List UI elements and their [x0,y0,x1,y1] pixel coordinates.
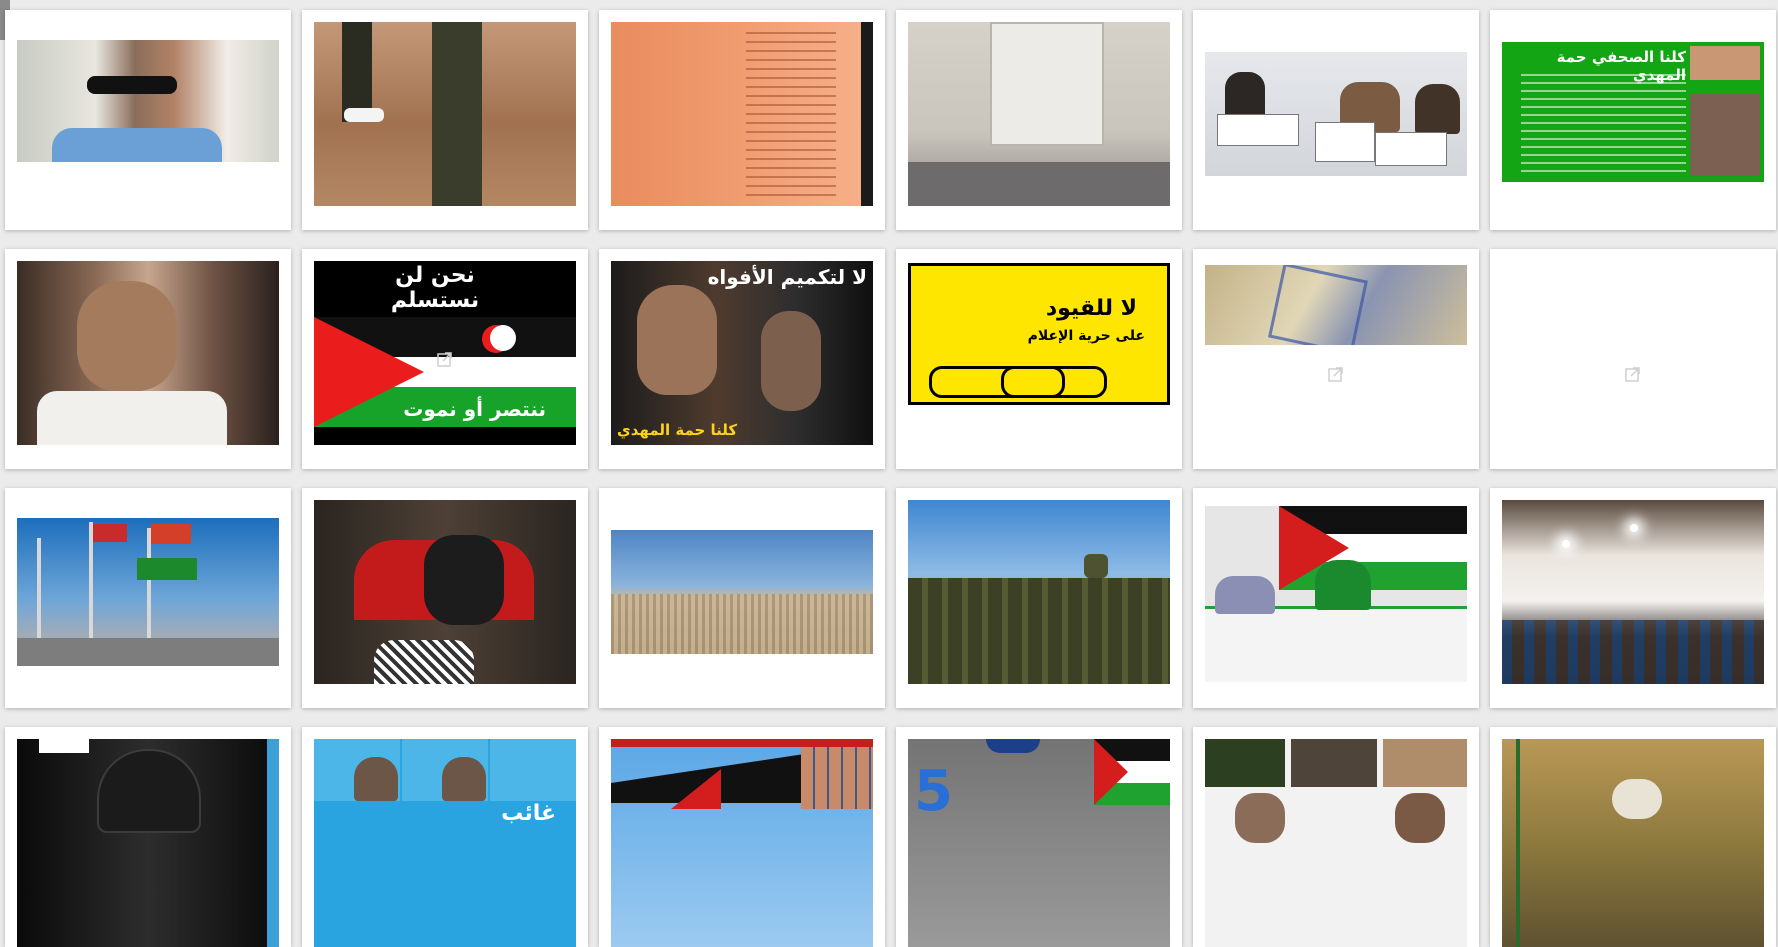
image-card[interactable] [302,488,588,708]
image-card[interactable] [1193,249,1479,469]
thumbnail-caption: لا لتكميم الأفواه [707,265,867,289]
thumbnail-caption: ننتصر أو نموت [403,397,546,421]
image-card[interactable]: كلنا الصحفي حمة المهدي [1490,10,1776,230]
image-card[interactable] [302,10,588,230]
image-thumbnail [611,22,873,206]
image-card[interactable] [1490,249,1776,469]
image-thumbnail: غائب [314,739,576,947]
image-card[interactable] [896,10,1182,230]
image-card[interactable] [1490,727,1776,947]
image-thumbnail: لا للقيود على حرية الإعلام [908,263,1170,405]
external-link-icon [1328,367,1343,382]
image-card[interactable] [896,488,1182,708]
thumbnail-caption: على حرية الإعلام [1027,328,1145,344]
image-grid: كلنا الصحفي حمة المهدي نحن لن نستسلم ننت… [5,10,1776,947]
thumbnail-caption: كلنا حمة المهدي [617,421,738,439]
image-card[interactable] [5,727,291,947]
image-thumbnail: لا لتكميم الأفواه كلنا حمة المهدي [611,261,873,445]
image-thumbnail [1205,52,1467,176]
image-thumbnail [908,500,1170,684]
image-thumbnail [908,22,1170,206]
thumbnail-caption: لا للقيود [1045,296,1137,321]
image-card[interactable]: غائب [302,727,588,947]
thumbnail-caption: غائب [501,801,556,826]
thumbnail-caption: نحن لن نستسلم [390,263,480,313]
image-thumbnail [1205,739,1467,947]
image-card[interactable] [1193,488,1479,708]
image-card[interactable]: 5 [896,727,1182,947]
image-thumbnail [314,22,576,206]
image-card[interactable] [599,727,885,947]
thumbnail-caption: 5 [914,759,953,824]
image-card[interactable] [1193,10,1479,230]
image-card[interactable]: نحن لن نستسلم ننتصر أو نموت [302,249,588,469]
image-card[interactable]: لا لتكميم الأفواه كلنا حمة المهدي [599,249,885,469]
image-card[interactable] [599,488,885,708]
image-thumbnail: كلنا الصحفي حمة المهدي [1502,42,1764,182]
image-thumbnail [17,739,279,947]
image-thumbnail [314,500,576,684]
image-thumbnail [17,518,279,666]
image-card[interactable] [599,10,885,230]
image-card[interactable] [5,488,291,708]
image-card[interactable] [5,10,291,230]
image-thumbnail [1502,739,1764,947]
image-thumbnail: 5 [908,739,1170,947]
external-link-icon [1625,367,1640,382]
image-thumbnail [611,739,873,947]
image-thumbnail [1205,506,1467,682]
external-link-icon [437,352,452,367]
image-thumbnail [1205,265,1467,345]
image-thumbnail [611,530,873,654]
image-card[interactable] [1193,727,1479,947]
image-thumbnail [1502,500,1764,684]
image-thumbnail [17,40,279,162]
image-card[interactable] [5,249,291,469]
image-card[interactable] [1490,488,1776,708]
image-thumbnail [17,261,279,445]
image-card[interactable]: لا للقيود على حرية الإعلام [896,249,1182,469]
